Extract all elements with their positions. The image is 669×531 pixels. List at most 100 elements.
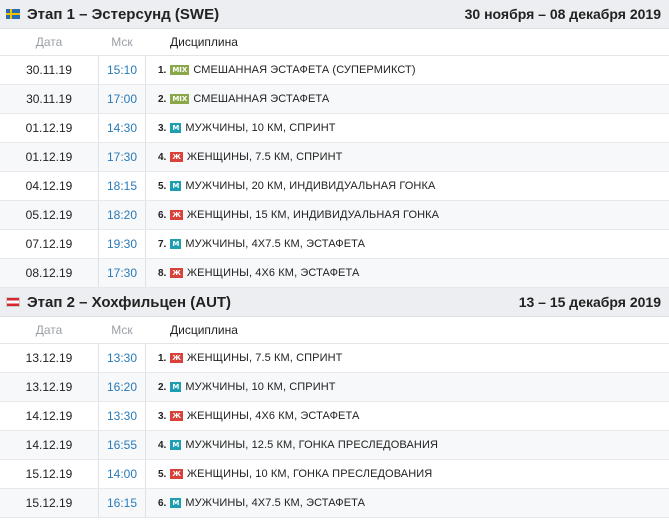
- race-time: 14:30: [98, 114, 146, 142]
- stage-dates: 13 – 15 декабря 2019: [518, 294, 661, 310]
- race-date: 07.12.19: [25, 237, 73, 251]
- stage-title[interactable]: Этап 1 – Эстерсунд (SWE): [27, 6, 465, 23]
- race-row[interactable]: 30.11.19 15:10 1. MIX СМЕШАННАЯ ЭСТАФЕТА (СУ…: [0, 56, 669, 85]
- race-name: ЖЕНЩИНЫ, 10 КМ, ГОНКА ПРЕСЛЕДОВАНИЯ: [186, 468, 433, 480]
- race-name: СМЕШАННАЯ ЭСТАФЕТА: [193, 93, 330, 105]
- race-discipline[interactable]: 8. Ж ЖЕНЩИНЫ, 4Х6 КМ, ЭСТАФЕТА: [146, 267, 359, 279]
- race-row[interactable]: 07.12.19 19:30 7. М МУЖЧИНЫ, 4Х7.5 КМ, ЭСТАФ…: [0, 230, 669, 259]
- race-date: 15.12.19: [25, 467, 73, 481]
- race-time: 17:00: [98, 85, 146, 113]
- women-badge-icon: Ж: [170, 411, 183, 421]
- race-row[interactable]: 15.12.19 16:15 6. М МУЖЧИНЫ, 4Х7.5 КМ, ЭСТАФ…: [0, 489, 669, 518]
- women-badge-icon: Ж: [170, 469, 183, 479]
- race-name: ЖЕНЩИНЫ, 7.5 КМ, СПРИНТ: [186, 352, 343, 364]
- race-name: МУЖЧИНЫ, 4Х7.5 КМ, ЭСТАФЕТА: [185, 238, 366, 250]
- stage-section: Этап 1 – Эстерсунд (SWE) 30 ноября – 08 …: [0, 0, 669, 288]
- race-discipline[interactable]: 1. MIX СМЕШАННАЯ ЭСТАФЕТА (СУПЕРМИКСТ): [146, 64, 416, 76]
- women-badge-icon: Ж: [170, 353, 183, 363]
- race-name: ЖЕНЩИНЫ, 4Х6 КМ, ЭСТАФЕТА: [186, 267, 360, 279]
- race-discipline[interactable]: 3. М МУЖЧИНЫ, 10 КМ, СПРИНТ: [146, 122, 336, 134]
- race-number: 3.: [158, 122, 167, 134]
- race-row[interactable]: 05.12.19 18:20 6. Ж ЖЕНЩИНЫ, 15 КМ, ИНДИВИДУ…: [0, 201, 669, 230]
- race-date: 14.12.19: [25, 438, 73, 452]
- race-list: 13.12.19 13:30 1. Ж ЖЕНЩИНЫ, 7.5 КМ, СПРИНТ 1…: [0, 344, 669, 518]
- race-time: 19:30: [98, 230, 146, 258]
- column-header-row: Дата Мск Дисциплина: [0, 29, 669, 56]
- race-time: 16:55: [98, 431, 146, 459]
- race-discipline[interactable]: 2. М МУЖЧИНЫ, 10 КМ, СПРИНТ: [146, 381, 336, 393]
- race-discipline[interactable]: 5. Ж ЖЕНЩИНЫ, 10 КМ, ГОНКА ПРЕСЛЕДОВАНИЯ: [146, 468, 432, 480]
- race-date: 15.12.19: [25, 496, 73, 510]
- race-row[interactable]: 01.12.19 17:30 4. Ж ЖЕНЩИНЫ, 7.5 КМ, СПРИНТ: [0, 143, 669, 172]
- race-discipline[interactable]: 6. М МУЖЧИНЫ, 4Х7.5 КМ, ЭСТАФЕТА: [146, 497, 365, 509]
- race-date: 30.11.19: [26, 92, 72, 106]
- race-row[interactable]: 04.12.19 18:15 5. М МУЖЧИНЫ, 20 КМ, ИНДИВИДУ…: [0, 172, 669, 201]
- race-number: 6.: [158, 497, 167, 509]
- mixed-badge-icon: MIX: [170, 65, 190, 75]
- race-discipline[interactable]: 1. Ж ЖЕНЩИНЫ, 7.5 КМ, СПРИНТ: [146, 352, 342, 364]
- race-row[interactable]: 08.12.19 17:30 8. Ж ЖЕНЩИНЫ, 4Х6 КМ, ЭСТАФЕТ…: [0, 259, 669, 288]
- race-date: 30.11.19: [26, 63, 72, 77]
- column-header-row: Дата Мск Дисциплина: [0, 317, 669, 344]
- race-row[interactable]: 30.11.19 17:00 2. MIX СМЕШАННАЯ ЭСТАФЕТА: [0, 85, 669, 114]
- men-badge-icon: М: [170, 123, 182, 133]
- race-number: 3.: [158, 410, 167, 422]
- race-date: 08.12.19: [25, 266, 73, 280]
- race-number: 8.: [158, 267, 167, 279]
- race-time: 15:10: [98, 56, 146, 84]
- stage-header: Этап 1 – Эстерсунд (SWE) 30 ноября – 08 …: [0, 0, 669, 29]
- race-date: 13.12.19: [25, 351, 73, 365]
- race-number: 5.: [158, 180, 167, 192]
- race-number: 5.: [158, 468, 167, 480]
- race-name: МУЖЧИНЫ, 4Х7.5 КМ, ЭСТАФЕТА: [185, 497, 366, 509]
- race-discipline[interactable]: 3. Ж ЖЕНЩИНЫ, 4Х6 КМ, ЭСТАФЕТА: [146, 410, 359, 422]
- biathlon-schedule: Этап 1 – Эстерсунд (SWE) 30 ноября – 08 …: [0, 0, 669, 518]
- column-discipline: Дисциплина: [170, 35, 238, 49]
- race-date: 04.12.19: [25, 179, 73, 193]
- race-number: 1.: [158, 64, 167, 76]
- race-name: МУЖЧИНЫ, 10 КМ, СПРИНТ: [185, 381, 336, 393]
- stage-title[interactable]: Этап 2 – Хохфильцен (AUT): [27, 294, 519, 311]
- race-number: 7.: [158, 238, 167, 250]
- race-name: ЖЕНЩИНЫ, 4Х6 КМ, ЭСТАФЕТА: [186, 410, 360, 422]
- race-date: 01.12.19: [25, 121, 73, 135]
- race-name: ЖЕНЩИНЫ, 7.5 КМ, СПРИНТ: [186, 151, 343, 163]
- men-badge-icon: М: [170, 440, 182, 450]
- race-discipline[interactable]: 4. Ж ЖЕНЩИНЫ, 7.5 КМ, СПРИНТ: [146, 151, 342, 163]
- race-date: 14.12.19: [25, 409, 73, 423]
- race-discipline[interactable]: 2. MIX СМЕШАННАЯ ЭСТАФЕТА: [146, 93, 329, 105]
- race-name: СМЕШАННАЯ ЭСТАФЕТА (СУПЕРМИКСТ): [193, 64, 416, 76]
- race-discipline[interactable]: 4. М МУЖЧИНЫ, 12.5 КМ, ГОНКА ПРЕСЛЕДОВАНИЯ: [146, 439, 438, 451]
- race-discipline[interactable]: 5. М МУЖЧИНЫ, 20 КМ, ИНДИВИДУАЛЬНАЯ ГОНКА: [146, 180, 435, 192]
- race-row[interactable]: 13.12.19 13:30 1. Ж ЖЕНЩИНЫ, 7.5 КМ, СПРИНТ: [0, 344, 669, 373]
- column-date: Дата: [35, 323, 63, 337]
- race-row[interactable]: 14.12.19 13:30 3. Ж ЖЕНЩИНЫ, 4Х6 КМ, ЭСТАФЕТ…: [0, 402, 669, 431]
- stage-dates: 30 ноября – 08 декабря 2019: [464, 6, 661, 22]
- race-row[interactable]: 15.12.19 14:00 5. Ж ЖЕНЩИНЫ, 10 КМ, ГОНКА ПР…: [0, 460, 669, 489]
- race-row[interactable]: 14.12.19 16:55 4. М МУЖЧИНЫ, 12.5 КМ, ГОНКА …: [0, 431, 669, 460]
- race-number: 2.: [158, 93, 167, 105]
- column-discipline: Дисциплина: [170, 323, 238, 337]
- stage-section: Этап 2 – Хохфильцен (AUT) 13 – 15 декабр…: [0, 288, 669, 518]
- stage-header: Этап 2 – Хохфильцен (AUT) 13 – 15 декабр…: [0, 288, 669, 317]
- race-row[interactable]: 01.12.19 14:30 3. М МУЖЧИНЫ, 10 КМ, СПРИНТ: [0, 114, 669, 143]
- race-time: 16:15: [98, 489, 146, 517]
- race-time: 16:20: [98, 373, 146, 401]
- race-time: 18:15: [98, 172, 146, 200]
- race-time: 13:30: [98, 402, 146, 430]
- sweden-flag-icon: [6, 9, 20, 19]
- austria-flag-icon: [6, 297, 20, 307]
- men-badge-icon: М: [170, 181, 182, 191]
- race-discipline[interactable]: 6. Ж ЖЕНЩИНЫ, 15 КМ, ИНДИВИДУАЛЬНАЯ ГОНКА: [146, 209, 439, 221]
- race-date: 01.12.19: [25, 150, 73, 164]
- race-row[interactable]: 13.12.19 16:20 2. М МУЖЧИНЫ, 10 КМ, СПРИНТ: [0, 373, 669, 402]
- race-discipline[interactable]: 7. М МУЖЧИНЫ, 4Х7.5 КМ, ЭСТАФЕТА: [146, 238, 365, 250]
- race-time: 17:30: [98, 143, 146, 171]
- race-list: 30.11.19 15:10 1. MIX СМЕШАННАЯ ЭСТАФЕТА (СУ…: [0, 56, 669, 288]
- race-time: 17:30: [98, 259, 146, 287]
- column-time: Мск: [111, 35, 133, 49]
- race-number: 4.: [158, 439, 167, 451]
- race-name: МУЖЧИНЫ, 10 КМ, СПРИНТ: [185, 122, 336, 134]
- column-date: Дата: [35, 35, 63, 49]
- women-badge-icon: Ж: [170, 268, 183, 278]
